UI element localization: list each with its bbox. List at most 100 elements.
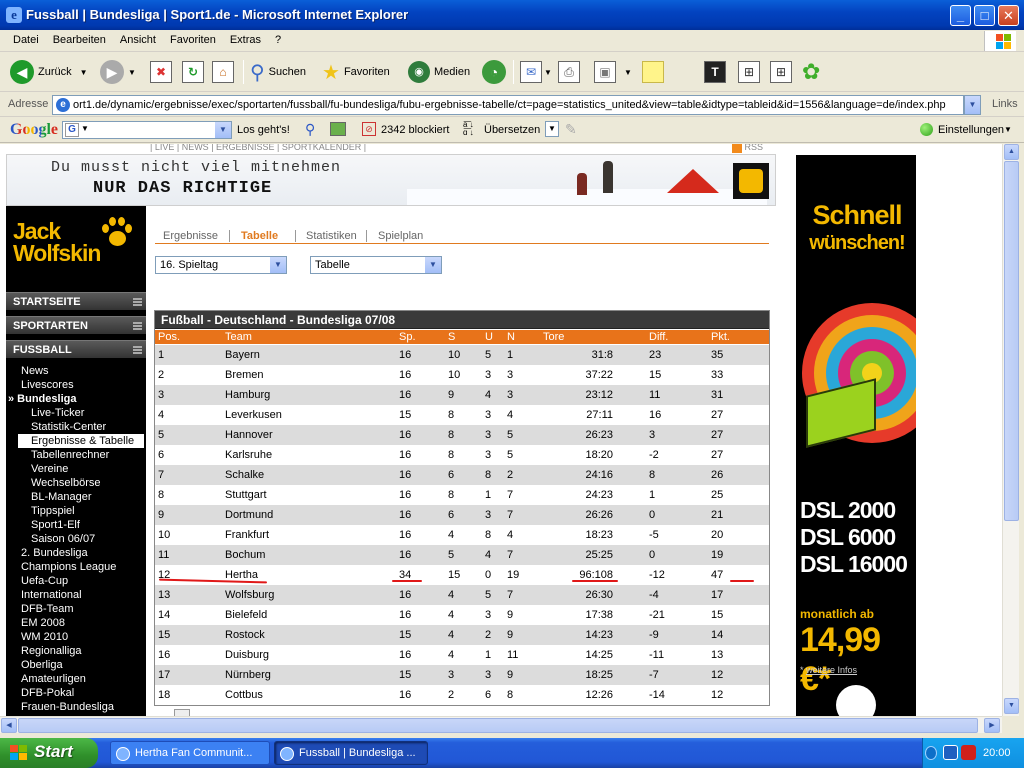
translate-dropdown-icon[interactable]: ▼	[545, 121, 559, 137]
links-button[interactable]: Links	[992, 98, 1018, 110]
nav-item-oberliga[interactable]: Oberliga	[6, 658, 146, 672]
addon-grid1-button[interactable]: ⊞	[738, 58, 760, 86]
menu-favoriten[interactable]: Favoriten	[163, 30, 223, 46]
search-button[interactable]: ⚲ Suchen	[250, 58, 306, 86]
cell-team[interactable]: Leverkusen	[225, 409, 282, 421]
nav-item-champions-league[interactable]: Champions League	[6, 560, 146, 574]
image-search-icon[interactable]	[330, 122, 346, 136]
nav-item-saison-06-07[interactable]: Saison 06/07	[6, 532, 146, 546]
close-button[interactable]: ✕	[998, 5, 1019, 26]
back-button[interactable]: ◀ Zurück ▼	[10, 58, 88, 86]
scroll-right-icon[interactable]: ▶	[984, 718, 1000, 733]
nav-item-frauen-bundesliga[interactable]: Frauen-Bundesliga	[6, 700, 146, 714]
nav-item-tabellenrechner[interactable]: Tabellenrechner	[6, 448, 146, 462]
print-button[interactable]: ⎙	[558, 58, 580, 86]
network-icon[interactable]	[943, 745, 958, 760]
nav-sportarten[interactable]: SPORTARTEN	[6, 316, 146, 334]
nav-item-uefa-cup[interactable]: Uefa-Cup	[6, 574, 146, 588]
google-logo[interactable]: Google	[10, 121, 58, 139]
nav-item-regionalliga[interactable]: Regionalliga	[6, 644, 146, 658]
nav-item-wechselb-rse[interactable]: Wechselbörse	[6, 476, 146, 490]
cell-team[interactable]: Bremen	[225, 369, 264, 381]
nav-item-2-bundesliga[interactable]: 2. Bundesliga	[6, 546, 146, 560]
translate-icon[interactable]: a͞ ↓ ɑ͞ ↓	[463, 121, 474, 137]
cell-team[interactable]: Bayern	[225, 349, 260, 361]
tab-ergebnisse[interactable]: Ergebnisse	[163, 230, 218, 242]
nav-item-amateurligen[interactable]: Amateurligen	[6, 672, 146, 686]
settings-button[interactable]: Einstellungen	[938, 124, 1004, 136]
google-search-dropdown-icon[interactable]: ▼	[215, 122, 231, 138]
history-button[interactable]: ◔	[482, 58, 510, 86]
menu-ansicht[interactable]: Ansicht	[113, 30, 163, 46]
popup-blocked-count[interactable]: 2342 blockiert	[381, 124, 450, 136]
cell-team[interactable]: Hamburg	[225, 389, 270, 401]
addon-t-button[interactable]: T	[704, 58, 726, 86]
tab-spielplan[interactable]: Spielplan	[378, 230, 423, 242]
mail-button[interactable]: ✉ ▼	[520, 58, 552, 86]
nav-item-statistik-center[interactable]: Statistik-Center	[6, 420, 146, 434]
nav-item-sport1-elf[interactable]: Sport1-Elf	[6, 518, 146, 532]
addon-grid2-button[interactable]: ⊞	[770, 58, 792, 86]
start-button[interactable]: Start	[0, 738, 98, 768]
antivirus-icon[interactable]	[961, 745, 976, 760]
task-hertha-fan[interactable]: Hertha Fan Communit...	[110, 741, 270, 765]
address-dropdown-icon[interactable]: ▼	[964, 95, 981, 115]
nav-item-news[interactable]: News	[6, 364, 146, 378]
nav-item-bl-manager[interactable]: BL-Manager	[6, 490, 146, 504]
cell-team[interactable]: Stuttgart	[225, 489, 267, 501]
horizontal-scrollbar[interactable]: ◀ ▶	[0, 716, 1002, 733]
menu-bearbeiten[interactable]: Bearbeiten	[46, 30, 113, 46]
cell-team[interactable]: Schalke	[225, 469, 264, 481]
minimize-button[interactable]: _	[950, 5, 971, 26]
refresh-button[interactable]: ↻	[182, 58, 204, 86]
tab-statistiken[interactable]: Statistiken	[306, 230, 357, 242]
cell-team[interactable]: Dortmund	[225, 509, 273, 521]
scroll-down-icon[interactable]: ▼	[1004, 698, 1019, 714]
nav-fussball[interactable]: FUSSBALL	[6, 340, 146, 358]
edit-button[interactable]: ▣ ▼	[594, 58, 632, 86]
icq-button[interactable]: ✿	[802, 58, 820, 86]
google-go-button[interactable]: Los geht's!	[237, 124, 290, 136]
nav-item-ergebnisse-tabelle[interactable]: Ergebnisse & Tabelle	[18, 434, 144, 448]
scroll-left-icon[interactable]: ◀	[1, 718, 17, 733]
scroll-up-icon[interactable]: ▲	[1004, 144, 1019, 160]
translate-button[interactable]: Übersetzen	[484, 124, 540, 136]
vertical-scroll-thumb[interactable]	[1004, 161, 1019, 521]
cell-team[interactable]: Duisburg	[225, 649, 269, 661]
nav-startseite[interactable]: STARTSEITE	[6, 292, 146, 310]
cell-team[interactable]: Bielefeld	[225, 609, 267, 621]
notes-button[interactable]	[642, 58, 664, 86]
matchday-select[interactable]: 16. Spieltag ▼	[155, 256, 287, 274]
top-nav-strip[interactable]: | LIVE | NEWS | ERGEBNISSE | SPORTKALEND…	[150, 144, 366, 152]
ad-banner-jack-wolfskin[interactable]: Du musst nicht viel mitnehmen NUR DAS RI…	[6, 154, 776, 206]
nav-item-tippspiel[interactable]: Tippspiel	[6, 504, 146, 518]
nav-item-em-2008[interactable]: EM 2008	[6, 616, 146, 630]
cell-team[interactable]: Cottbus	[225, 689, 263, 701]
tab-tabelle[interactable]: Tabelle	[241, 230, 278, 242]
nav-item-bundesliga[interactable]: » Bundesliga	[6, 392, 146, 406]
cell-team[interactable]: Karlsruhe	[225, 449, 272, 461]
nav-item-vereine[interactable]: Vereine	[6, 462, 146, 476]
search-site-icon[interactable]: ⚲	[305, 121, 315, 138]
cell-team[interactable]: Rostock	[225, 629, 265, 641]
popup-blocker-icon[interactable]: ⊘	[362, 122, 376, 136]
tray-expand-icon[interactable]	[925, 746, 937, 760]
horizontal-scroll-thumb[interactable]	[18, 718, 978, 733]
address-input[interactable]: e ort1.de/dynamic/ergebnisse/exec/sporta…	[52, 95, 964, 115]
forward-dropdown-icon[interactable]: ▼	[128, 68, 136, 77]
task-fussball-bundesliga[interactable]: Fussball | Bundesliga ...	[274, 741, 428, 765]
back-dropdown-icon[interactable]: ▼	[80, 68, 88, 77]
vertical-scrollbar[interactable]: ▲ ▼	[1002, 144, 1019, 716]
ad-info[interactable]: * weitere Infos	[800, 665, 857, 675]
menu-help[interactable]: ?	[268, 30, 288, 46]
nav-item-live-ticker[interactable]: Live-Ticker	[6, 406, 146, 420]
maximize-button[interactable]: □	[974, 5, 995, 26]
rss-link[interactable]: RSS	[732, 144, 763, 153]
nav-item-livescores[interactable]: Livescores	[6, 378, 146, 392]
google-search-input[interactable]: G ▼ ▼	[62, 121, 232, 139]
ad-skyscraper-dsl[interactable]: Schnell wünschen! DSL 2000 DSL 6000 DSL …	[796, 155, 916, 716]
nav-item-wm-2010[interactable]: WM 2010	[6, 630, 146, 644]
media-button[interactable]: ◉ Medien	[408, 58, 470, 86]
cell-team[interactable]: Wolfsburg	[225, 589, 274, 601]
nav-item-dfb-team[interactable]: DFB-Team	[6, 602, 146, 616]
